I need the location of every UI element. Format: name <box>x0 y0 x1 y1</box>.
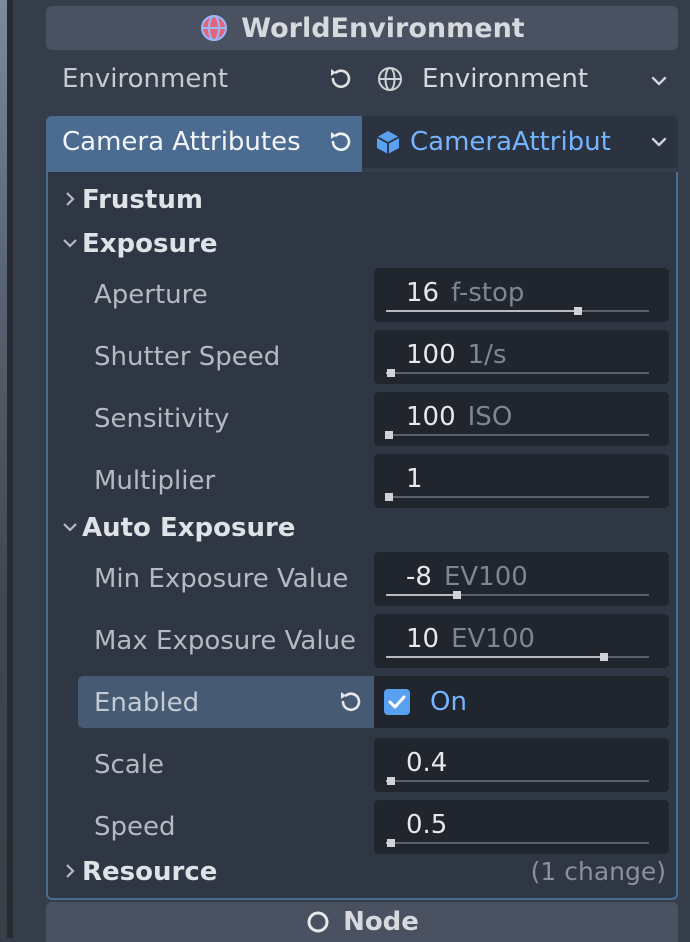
node-header[interactable]: WorldEnvironment <box>46 6 678 50</box>
multiplier-spinbox[interactable]: 1 <box>374 454 669 508</box>
property-enabled: Enabled On <box>78 674 674 736</box>
change-count: (1 change) <box>530 857 666 886</box>
slider-grabber[interactable] <box>387 369 396 377</box>
node-section-header[interactable]: Node <box>46 902 678 942</box>
chevron-down-icon <box>63 239 77 248</box>
checkbox-label: On <box>430 687 467 717</box>
speed-spinbox[interactable]: 0.5 <box>374 800 669 854</box>
chevron-right-icon <box>66 864 75 878</box>
property-sensitivity: Sensitivity 100 ISO <box>78 390 674 452</box>
dock-separator[interactable] <box>7 0 13 938</box>
slider-track[interactable] <box>386 591 649 599</box>
viewport-preview <box>0 0 7 938</box>
section-label: Frustum <box>82 185 203 215</box>
camera-attributes-value: CameraAttribut <box>410 127 611 157</box>
section-frustum[interactable]: Frustum <box>48 178 676 222</box>
environment-property: Environment Environment <box>46 54 678 104</box>
slider-track[interactable] <box>386 777 649 785</box>
section-resource[interactable]: Resource (1 change) <box>48 850 676 894</box>
property-label: Speed <box>94 812 176 842</box>
section-label: Auto Exposure <box>82 513 296 543</box>
slider-track[interactable] <box>386 369 649 377</box>
property-label: Aperture <box>94 280 208 310</box>
reset-icon[interactable] <box>326 128 354 156</box>
node-section-title: Node <box>343 907 419 937</box>
chevron-down-icon <box>63 523 77 532</box>
property-label: Min Exposure Value <box>94 564 349 594</box>
max-exposure-spinbox[interactable]: 10 EV100 <box>374 614 669 668</box>
property-shutter-speed: Shutter Speed 100 1/s <box>78 328 674 390</box>
chevron-right-icon <box>66 192 75 206</box>
cube-icon <box>376 131 400 154</box>
camera-attributes-label: Camera Attributes <box>62 127 301 157</box>
property-label: Scale <box>94 750 164 780</box>
scale-spinbox[interactable]: 0.4 <box>374 738 669 792</box>
slider-grabber[interactable] <box>453 591 461 599</box>
property-multiplier: Multiplier 1 <box>78 452 674 514</box>
node-circle-icon <box>307 911 329 933</box>
checkbox-checked-icon <box>384 689 410 715</box>
property-label: Enabled <box>94 688 200 718</box>
min-exposure-spinbox[interactable]: -8 EV100 <box>374 552 669 606</box>
property-label: Multiplier <box>94 466 216 496</box>
inspector-panel: WorldEnvironment Environment Environment… <box>30 0 690 942</box>
slider-grabber[interactable] <box>387 839 396 847</box>
camera-attributes-subinspector: Frustum Exposure Aperture 16 f-stop Shutt… <box>46 172 678 900</box>
node-title: WorldEnvironment <box>241 12 525 44</box>
slider-track[interactable] <box>386 653 649 661</box>
slider-grabber[interactable] <box>600 653 609 661</box>
slider-track[interactable] <box>386 307 649 315</box>
section-label: Resource <box>82 857 218 887</box>
property-min-exposure-value: Min Exposure Value -8 EV100 <box>78 550 674 612</box>
slider-grabber[interactable] <box>387 777 396 785</box>
slider-grabber[interactable] <box>573 307 582 315</box>
property-label: Shutter Speed <box>94 342 281 372</box>
slider-grabber[interactable] <box>384 493 393 501</box>
chevron-down-icon[interactable] <box>650 133 668 151</box>
property-scale: Scale 0.4 <box>78 736 674 798</box>
environment-resource-picker[interactable]: Environment <box>376 58 678 100</box>
chevron-down-icon[interactable] <box>650 72 668 90</box>
property-max-exposure-value: Max Exposure Value 10 EV100 <box>78 612 674 674</box>
section-label: Exposure <box>82 229 218 259</box>
camera-attributes-label-cell: Camera Attributes <box>46 116 362 172</box>
camera-attributes-resource-picker[interactable]: CameraAttribut <box>362 116 678 168</box>
camera-attributes-property: Camera Attributes CameraAttribut <box>46 116 678 172</box>
viewport-edge <box>0 0 13 938</box>
property-aperture: Aperture 16 f-stop <box>78 266 674 328</box>
environment-value: Environment <box>422 64 589 94</box>
aperture-spinbox[interactable]: 16 f-stop <box>374 268 669 322</box>
property-label: Max Exposure Value <box>94 626 357 656</box>
slider-grabber[interactable] <box>384 431 393 439</box>
slider-track[interactable] <box>386 839 649 847</box>
reset-icon[interactable] <box>336 688 364 716</box>
environment-label: Environment <box>62 64 229 94</box>
sensitivity-spinbox[interactable]: 100 ISO <box>374 392 669 446</box>
enabled-checkbox[interactable]: On <box>374 676 669 728</box>
property-label: Sensitivity <box>94 404 230 434</box>
shutter-speed-spinbox[interactable]: 100 1/s <box>374 330 669 384</box>
globe-icon <box>201 15 228 41</box>
slider-track[interactable] <box>384 431 649 439</box>
section-auto-exposure[interactable]: Auto Exposure <box>48 506 676 550</box>
globe-icon <box>378 67 402 91</box>
section-exposure[interactable]: Exposure <box>48 222 676 266</box>
reset-icon[interactable] <box>326 65 354 93</box>
slider-track[interactable] <box>384 493 649 501</box>
